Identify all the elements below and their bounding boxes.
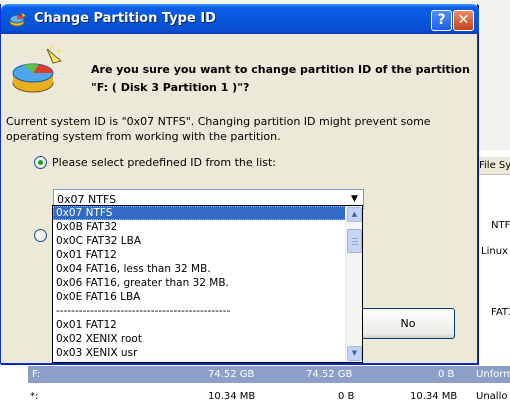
partition-status: Unform <box>476 369 510 380</box>
file-system-cell: NTFS <box>491 220 510 231</box>
partition-name: *: <box>30 391 39 402</box>
dialog-title: Change Partition Type ID <box>34 11 216 26</box>
dropdown-option[interactable]: 0x04 FAT16, less than 32 MB. <box>53 262 346 276</box>
partition-capacity: 10.34 MB <box>208 391 256 402</box>
dialog-titlebar[interactable]: Change Partition Type ID ? ✕ <box>1 4 479 34</box>
dropdown-option[interactable]: 0x0E FAT16 LBA <box>53 290 346 304</box>
scroll-up-icon[interactable]: ▲ <box>347 207 362 222</box>
partition-unused: 10.34 MB <box>410 391 458 402</box>
partition-row[interactable]: *: 10.34 MB 0 B 10.34 MB Unallo <box>28 388 510 405</box>
dropdown-scrollbar[interactable]: ▲ ▼ <box>345 206 362 362</box>
app-icon <box>9 11 27 27</box>
column-header-file-system[interactable]: File Sys <box>475 157 510 175</box>
no-button[interactable]: No <box>361 308 455 339</box>
partition-used: 0 B <box>338 391 355 402</box>
radio-checked-dot <box>38 160 43 165</box>
partition-id-dropdown-list: 0x07 NTFS 0x0B FAT32 0x0C FAT32 LBA 0x01… <box>52 205 363 363</box>
confirmation-question: Are you sure you want to change partitio… <box>91 63 470 94</box>
background-right-column: File Sys NTFS Linux S FAT3 <box>474 150 510 365</box>
file-system-cell: Linux S <box>481 246 510 257</box>
dropdown-option[interactable]: 0x06 FAT16, greater than 32 MB. <box>53 276 346 290</box>
partition-status: Unallo <box>476 391 508 402</box>
dropdown-option[interactable]: 0x01 FAT12 <box>53 318 346 332</box>
scroll-thumb[interactable] <box>347 229 362 253</box>
partition-wizard-icon <box>12 45 63 93</box>
partition-row-selected[interactable]: F: 74.52 GB 74.52 GB 0 B Unform <box>28 366 510 383</box>
predefined-id-radio[interactable] <box>34 156 47 169</box>
partition-used: 74.52 GB <box>306 369 353 380</box>
thumb-grip <box>352 244 358 245</box>
close-button[interactable]: ✕ <box>453 10 474 31</box>
current-id-info: Current system ID is "0x07 NTFS". Changi… <box>6 115 431 143</box>
dropdown-option[interactable]: 0x01 FAT12 <box>53 248 346 262</box>
custom-id-radio[interactable] <box>34 229 47 242</box>
dropdown-option[interactable]: 0x0B FAT32 <box>53 220 346 234</box>
dropdown-option[interactable]: 0x0C FAT32 LBA <box>53 234 346 248</box>
dropdown-separator[interactable]: ----------------------------------------… <box>53 304 346 318</box>
partition-capacity: 74.52 GB <box>208 369 255 380</box>
partition-name: F: <box>32 369 41 380</box>
file-system-cell: FAT3 <box>491 307 510 318</box>
partition-unused: 0 B <box>438 369 455 380</box>
help-button[interactable]: ? <box>431 10 452 31</box>
dropdown-options: 0x07 NTFS 0x0B FAT32 0x0C FAT32 LBA 0x01… <box>53 206 346 362</box>
thumb-grip <box>352 241 358 242</box>
scroll-down-icon[interactable]: ▼ <box>347 346 362 361</box>
dropdown-option[interactable]: 0x02 XENIX root <box>53 332 346 346</box>
partition-list: F: 74.52 GB 74.52 GB 0 B Unform *: 10.34… <box>0 362 510 402</box>
dropdown-option[interactable]: 0x03 XENIX usr <box>53 346 346 360</box>
thumb-grip <box>352 238 358 239</box>
predefined-id-label[interactable]: Please select predefined ID from the lis… <box>52 156 276 169</box>
dropdown-option-selected[interactable]: 0x07 NTFS <box>53 206 346 220</box>
